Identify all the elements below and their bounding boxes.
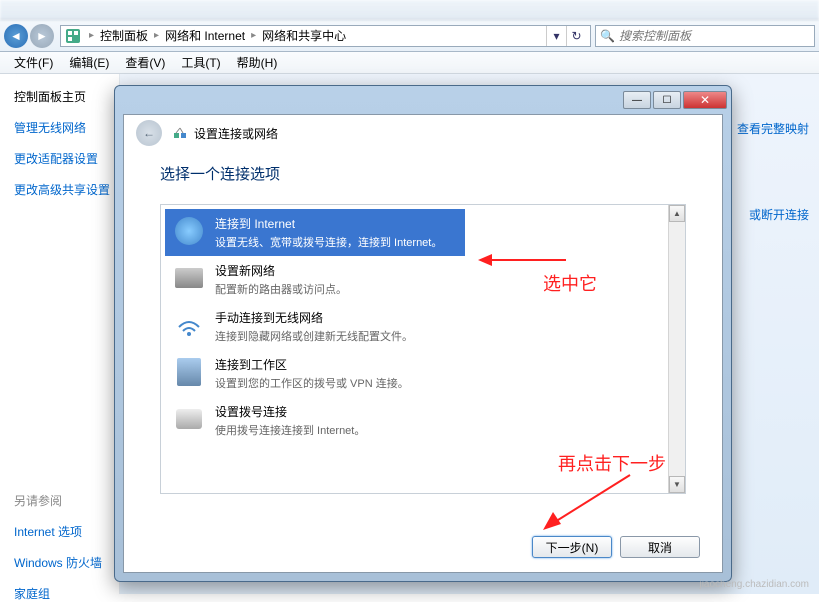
refresh-button[interactable]: ↻ [566,26,586,46]
menu-file[interactable]: 文件(F) [6,54,61,71]
menu-help[interactable]: 帮助(H) [229,54,286,71]
option-manual-wireless[interactable]: 手动连接到无线网络 连接到隐藏网络或创建新无线配置文件。 [165,303,665,350]
menu-edit[interactable]: 编辑(E) [61,54,117,71]
search-input[interactable] [619,29,810,43]
menu-bar: 文件(F) 编辑(E) 查看(V) 工具(T) 帮助(H) [0,52,819,74]
sidebar: 控制面板主页 管理无线网络 更改适配器设置 更改高级共享设置 另请参阅 Inte… [0,74,120,594]
breadcrumb-sep: ▸ [247,30,260,41]
phone-icon [173,403,205,435]
search-box[interactable]: 🔍 [595,25,815,47]
sidebar-link-sharing[interactable]: 更改高级共享设置 [14,181,119,198]
sidebar-header: 控制面板主页 [14,88,119,105]
option-setup-network[interactable]: 设置新网络 配置新的路由器或访问点。 [165,256,665,303]
dialog-title: 设置连接或网络 [194,125,278,142]
nav-forward-button[interactable]: ► [30,24,54,48]
maximize-button[interactable]: ☐ [653,91,681,109]
option-desc: 配置新的路由器或访问点。 [215,281,657,297]
breadcrumb-sep: ▸ [85,30,98,41]
annotation-arrow-1 [478,250,568,270]
dialog-header: ← 设置连接或网络 [124,115,722,151]
setup-connection-dialog: — ☐ ✕ ← 设置连接或网络 选择一个连接选项 连接到 Internet [114,85,732,582]
scroll-up-button[interactable]: ▲ [669,205,685,222]
network-icon [172,125,188,141]
router-icon [173,262,205,294]
option-listbox: 连接到 Internet 设置无线、宽带或拨号连接，连接到 Internet。 … [160,204,686,494]
window-titlebar [0,0,819,20]
option-title: 手动连接到无线网络 [215,309,657,326]
menu-tools[interactable]: 工具(T) [173,54,228,71]
option-desc: 设置无线、宽带或拨号连接，连接到 Internet。 [215,234,457,250]
option-title: 设置新网络 [215,262,657,279]
breadcrumb-box[interactable]: ▸ 控制面板 ▸ 网络和 Internet ▸ 网络和共享中心 ▾ ↻ [60,25,591,47]
sidebar-also-label: 另请参阅 [14,492,119,509]
option-title: 连接到 Internet [215,215,457,232]
sidebar-link-adapter[interactable]: 更改适配器设置 [14,150,119,167]
option-desc: 设置到您的工作区的拨号或 VPN 连接。 [215,375,657,391]
search-icon: 🔍 [600,29,615,43]
option-title: 连接到工作区 [215,356,657,373]
breadcrumb-item[interactable]: 控制面板 [98,27,150,44]
option-dialup[interactable]: 设置拨号连接 使用拨号连接连接到 Internet。 [165,397,665,444]
option-desc: 连接到隐藏网络或创建新无线配置文件。 [215,328,657,344]
building-icon [173,356,205,388]
sidebar-link-firewall[interactable]: Windows 防火墙 [14,554,119,571]
link-view-map[interactable]: 查看完整映射 [737,120,809,137]
address-bar: ◄ ► ▸ 控制面板 ▸ 网络和 Internet ▸ 网络和共享中心 ▾ ↻ … [0,20,819,52]
menu-view[interactable]: 查看(V) [117,54,173,71]
watermark: jiaocheng.chazidian.com [699,579,809,590]
minimize-button[interactable]: — [623,91,651,109]
scroll-down-button[interactable]: ▼ [669,476,685,493]
annotation-arrow-2 [535,470,635,540]
sidebar-link-wireless[interactable]: 管理无线网络 [14,119,119,136]
globe-icon [173,215,205,247]
wifi-icon [173,309,205,341]
dialog-heading: 选择一个连接选项 [160,163,686,184]
dialog-titlebar: — ☐ ✕ [115,86,731,114]
option-workplace[interactable]: 连接到工作区 设置到您的工作区的拨号或 VPN 连接。 [165,350,665,397]
sidebar-link-internet-options[interactable]: Internet 选项 [14,523,119,540]
breadcrumb-item[interactable]: 网络和共享中心 [260,27,348,44]
nav-back-button[interactable]: ◄ [4,24,28,48]
option-desc: 使用拨号连接连接到 Internet。 [215,422,657,438]
link-disconnect[interactable]: 或断开连接 [749,206,809,223]
dialog-back-button[interactable]: ← [136,120,162,146]
breadcrumb-sep: ▸ [150,30,163,41]
breadcrumb-dropdown[interactable]: ▾ [546,26,566,46]
breadcrumb-item[interactable]: 网络和 Internet [163,27,247,44]
scrollbar[interactable]: ▲ ▼ [668,205,685,493]
option-connect-internet[interactable]: 连接到 Internet 设置无线、宽带或拨号连接，连接到 Internet。 [165,209,465,256]
close-button[interactable]: ✕ [683,91,727,109]
control-panel-icon [65,28,81,44]
option-title: 设置拨号连接 [215,403,657,420]
